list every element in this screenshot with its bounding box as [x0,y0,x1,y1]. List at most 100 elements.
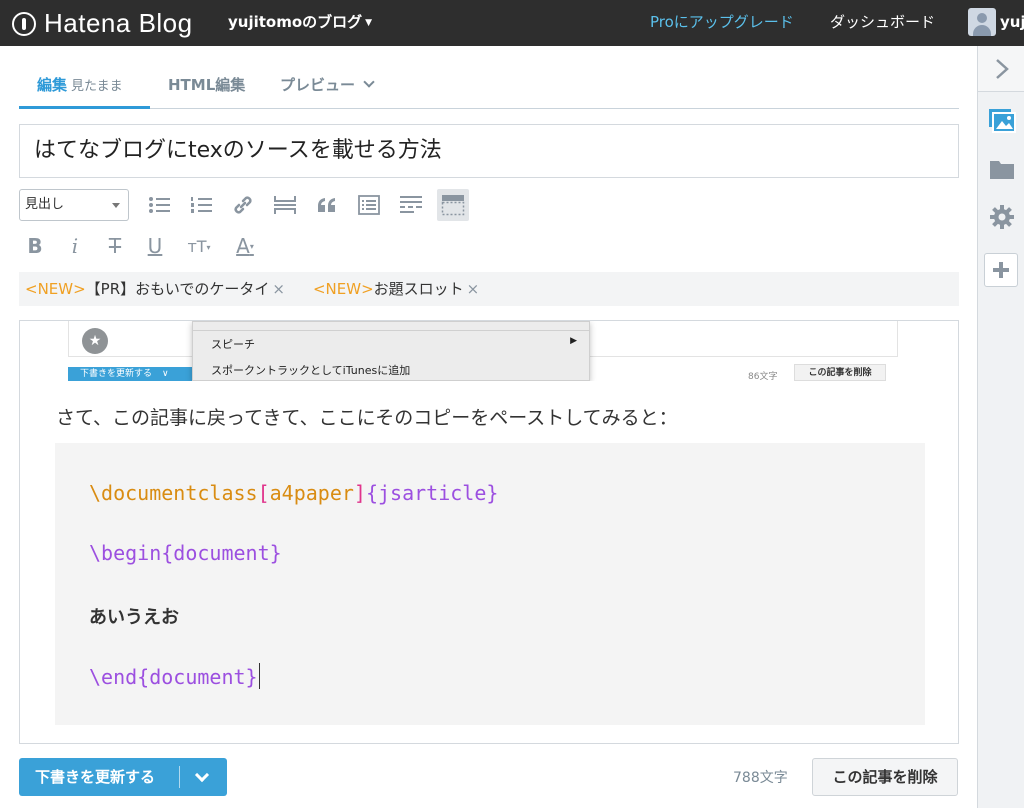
plus-icon [993,262,1009,278]
code-line: \begin{document} [89,541,282,565]
title-input[interactable]: はてなブログにtexのソースを載せる方法 [19,124,959,178]
text-cursor [258,663,260,689]
screenshot-char-count: 86文字 [748,372,778,381]
screenshot-delete-button: この記事を削除 [794,364,886,381]
screenshot-save-button: 下書きを更新する ∨ [68,367,196,381]
tab-edit-label: 編集 [37,76,68,94]
code-argument: {document} [161,541,282,565]
collapse-sidebar-button[interactable] [978,46,1024,92]
save-draft-button[interactable]: 下書きを更新する [19,758,227,796]
code-command: \documentclass [89,481,258,505]
pro-upgrade-link[interactable]: Proにアップグレード [650,11,794,32]
code-block-button[interactable] [437,189,469,221]
save-draft-label: 下書きを更新する [35,768,156,786]
active-tab-indicator [19,106,150,109]
new-tag: <NEW> [25,280,86,298]
embedded-screenshot: ★ 下書きを更新する ∨ 86文字 この記事を削除 スピーチ ▶ スポークントラッ… [32,321,922,381]
hatena-pen-icon [12,11,36,36]
code-line: \end{document} [89,663,260,689]
tab-html-edit[interactable]: HTML編集 [168,74,245,95]
tab-edit[interactable]: 編集 見たまま [37,74,123,95]
chevron-down-icon[interactable] [194,767,210,783]
bold-button[interactable]: B [19,230,51,262]
menu-divider [193,330,589,331]
photo-icon [988,109,1016,133]
edit-mode-label: 見たまま [71,79,123,94]
underline-icon: U [147,234,163,258]
italic-icon: i [71,234,79,258]
gear-icon [989,205,1014,229]
code-argument: {jsarticle} [365,481,499,505]
italic-button[interactable]: i [59,230,91,262]
bold-icon: B [27,234,43,258]
table-icon [358,195,380,215]
bullet-list-button[interactable] [143,189,175,221]
folder-button[interactable] [978,146,1024,192]
tab-preview-label: プレビュー [280,76,356,94]
strikethrough-button[interactable]: T [99,230,131,262]
quote-icon [318,198,335,212]
button-divider [179,766,180,788]
blog-name-label: yujitomoのブログ [228,13,363,31]
numbered-list-button[interactable] [185,189,217,221]
quote-button[interactable] [311,189,343,221]
chevron-down-icon: ∨ [162,369,169,379]
notice-text: 【PR】おもいでのケータイ [85,280,270,298]
char-count: 788文字 [733,770,788,786]
read-more-icon [400,196,422,213]
font-size-icon: тT▾ [187,236,211,256]
top-bar: Hatena Blog yujitomoのブログ ▼ Proにアップグレード ダッ… [0,0,1024,46]
select-arrow-icon [112,203,120,208]
link-button[interactable] [227,189,259,221]
photo-upload-button[interactable] [978,98,1024,144]
screenshot-save-label: 下書きを更新する [80,369,153,379]
text-color-button[interactable]: A▾ [225,230,265,262]
dashboard-link[interactable]: ダッシュボード [830,11,935,32]
code-bracket: ] [353,481,366,505]
menu-item-speech: スピーチ [211,338,255,351]
separator-icon [274,196,296,214]
right-sidebar [977,46,1024,808]
folder-icon [989,161,1014,179]
code-argument: {document} [137,665,258,689]
underline-button[interactable]: U [139,230,171,262]
avatar [968,8,996,36]
notice-text: お題スロット [373,280,464,298]
body-paragraph: さて、この記事に戻ってきて、ここにそのコピーをペーストしてみると： [56,407,678,429]
code-block[interactable]: \documentclass[a4paper]{jsarticle} \begi… [55,443,925,725]
close-icon[interactable]: × [272,280,285,298]
tab-preview[interactable]: プレビュー [280,74,375,95]
notice-odai[interactable]: <NEW>お題スロット [313,280,464,298]
numbered-list-icon [191,197,212,213]
table-list-button[interactable] [353,189,385,221]
read-more-button[interactable] [395,189,427,221]
code-command: \begin [89,541,162,565]
bullet-list-icon [149,197,170,213]
user-menu[interactable]: yuji [968,8,1024,36]
text-color-icon: A▾ [236,234,254,258]
editor-tabs: 編集 見たまま HTML編集 プレビュー [19,46,959,109]
submenu-arrow-icon: ▶ [570,336,577,346]
star-icon: ★ [82,328,108,354]
editor-body[interactable]: ★ 下書きを更新する ∨ 86文字 この記事を削除 スピーチ ▶ スポークントラッ… [19,320,959,744]
strikethrough-icon: T [108,234,122,258]
font-size-button[interactable]: тT▾ [179,230,219,262]
blog-selector[interactable]: yujitomoのブログ ▼ [228,11,372,32]
context-menu: スピーチ ▶ スポークントラックとしてiTunesに追加 [192,321,590,381]
code-line: \documentclass[a4paper]{jsarticle} [89,481,498,505]
user-name: yuji [1000,13,1024,31]
chevron-right-icon [995,58,1009,79]
settings-button[interactable] [978,194,1024,240]
code-line: あいうえお [89,607,179,628]
notice-pr[interactable]: <NEW>【PR】おもいでのケータイ [25,280,269,298]
code-bracket: [ [257,481,270,505]
code-block-icon [441,195,465,216]
close-icon[interactable]: × [467,280,480,298]
add-button[interactable] [984,253,1018,287]
code-command: \end [89,665,138,689]
format-select[interactable]: 見出し [19,189,129,221]
more-separator-button[interactable] [269,189,301,221]
hatena-blog-logo[interactable]: Hatena Blog [12,8,193,39]
link-icon [234,196,252,214]
delete-post-button[interactable]: この記事を削除 [812,758,958,796]
